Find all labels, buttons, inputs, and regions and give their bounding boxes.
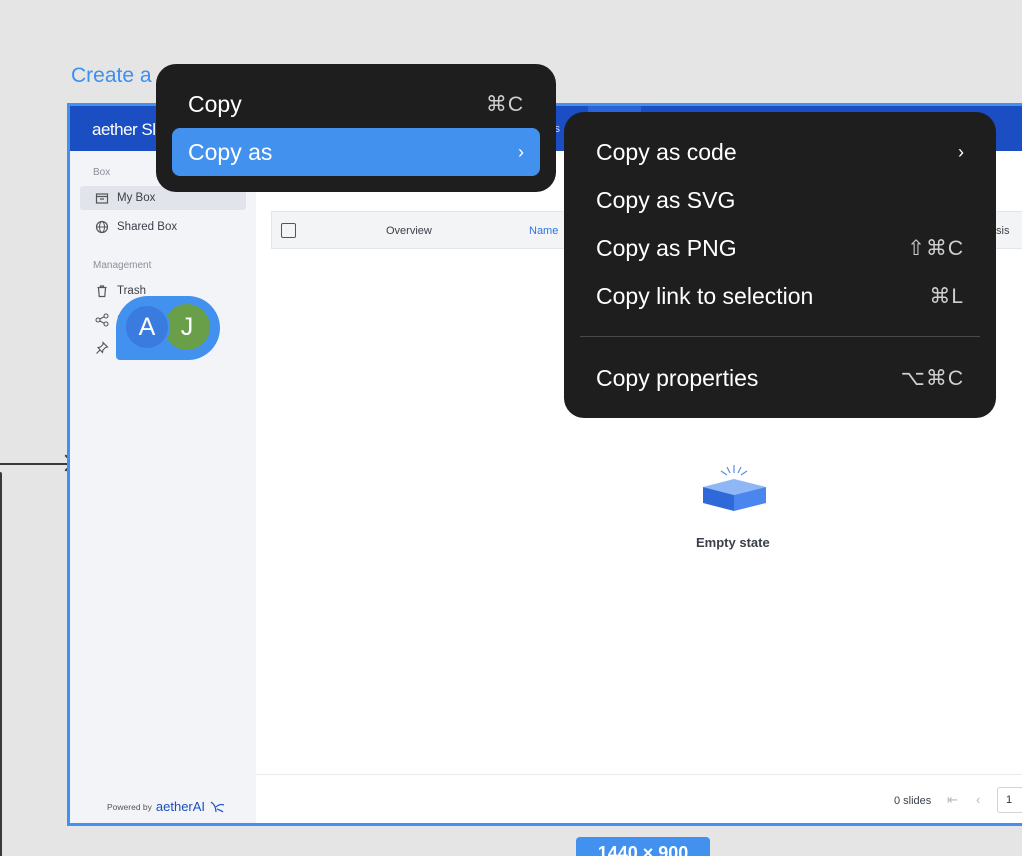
menu-item-shortcut: ⇧⌘C — [907, 236, 964, 260]
page-number-input[interactable]: 1 — [997, 787, 1022, 813]
sidebar-item-label: Shared Box — [117, 221, 178, 233]
globe-icon — [95, 220, 109, 234]
collaborator-avatars[interactable]: A J — [116, 296, 220, 360]
menu-item-shortcut: ⌘C — [485, 92, 524, 116]
brand-logo-icon — [210, 801, 225, 812]
menu-item-copy-as-svg[interactable]: Copy as SVG — [580, 176, 980, 224]
chevron-right-icon: › — [958, 141, 964, 162]
sidebar: Box My Box Shared Box Management Trash S… — [70, 151, 256, 823]
previous-page-icon[interactable]: ‹ — [976, 792, 980, 807]
context-menu: Copy ⌘C Copy as › — [156, 64, 556, 192]
sidebar-group-box: Box — [93, 167, 111, 178]
menu-item-shortcut: ⌥⌘C — [900, 366, 964, 390]
connector-line-vertical — [0, 472, 2, 856]
sidebar-item-shared-box[interactable]: Shared Box — [80, 215, 246, 239]
first-page-icon[interactable]: ⇤ — [947, 792, 958, 808]
menu-item-label: Copy as code — [596, 138, 737, 165]
menu-item-copy-properties[interactable]: Copy properties ⌥⌘C — [580, 354, 980, 402]
trash-icon — [97, 285, 107, 298]
menu-item-copy-as-png[interactable]: Copy as PNG ⇧⌘C — [580, 224, 980, 272]
column-header-overview[interactable]: Overview — [386, 225, 432, 237]
avatar[interactable]: J — [164, 304, 210, 350]
powered-by-label: Powered by — [107, 801, 152, 812]
menu-item-label: Copy as PNG — [596, 234, 737, 261]
menu-item-label: Copy link to selection — [596, 282, 814, 309]
menu-item-label: Copy properties — [596, 364, 759, 391]
column-header-partial[interactable]: sis — [996, 225, 1009, 237]
app-logo: aether Sl — [92, 120, 156, 139]
box-icon — [95, 193, 109, 204]
frame-title[interactable]: Create a — [71, 64, 152, 88]
frame-dimensions-badge: 1440 × 900 — [576, 837, 710, 856]
pin-icon — [96, 341, 109, 354]
powered-by: Powered by aetherAI — [107, 799, 225, 814]
copy-as-submenu: Copy as code › Copy as SVG Copy as PNG ⇧… — [564, 112, 996, 418]
menu-item-copy-as[interactable]: Copy as › — [172, 128, 540, 176]
empty-state-illustration — [689, 461, 779, 526]
menu-item-label: Copy as — [188, 138, 273, 165]
menu-item-copy-link[interactable]: Copy link to selection ⌘L — [580, 272, 980, 320]
share-icon — [95, 313, 109, 327]
avatar[interactable]: A — [124, 304, 170, 350]
sidebar-item-label: Trash — [117, 285, 146, 297]
menu-item-copy[interactable]: Copy ⌘C — [172, 80, 540, 128]
select-all-checkbox[interactable] — [281, 223, 296, 238]
empty-box-icon — [703, 465, 766, 511]
menu-divider — [580, 336, 980, 337]
menu-item-copy-as-code[interactable]: Copy as code › — [580, 128, 980, 176]
menu-item-shortcut: ⌘L — [929, 284, 964, 308]
table-footer: 0 slides ⇤ ‹ 1 — [256, 774, 1022, 823]
menu-item-label: Copy as SVG — [596, 186, 736, 213]
chevron-right-icon: › — [518, 141, 524, 162]
powered-by-brand: aetherAI — [155, 799, 206, 814]
empty-state-label: Empty state — [696, 535, 770, 550]
sidebar-item-label: My Box — [117, 192, 156, 204]
column-header-name[interactable]: Name — [529, 225, 558, 237]
slides-count: 0 slides — [894, 795, 932, 807]
sidebar-group-management: Management — [93, 260, 152, 271]
menu-item-label: Copy — [188, 90, 242, 117]
